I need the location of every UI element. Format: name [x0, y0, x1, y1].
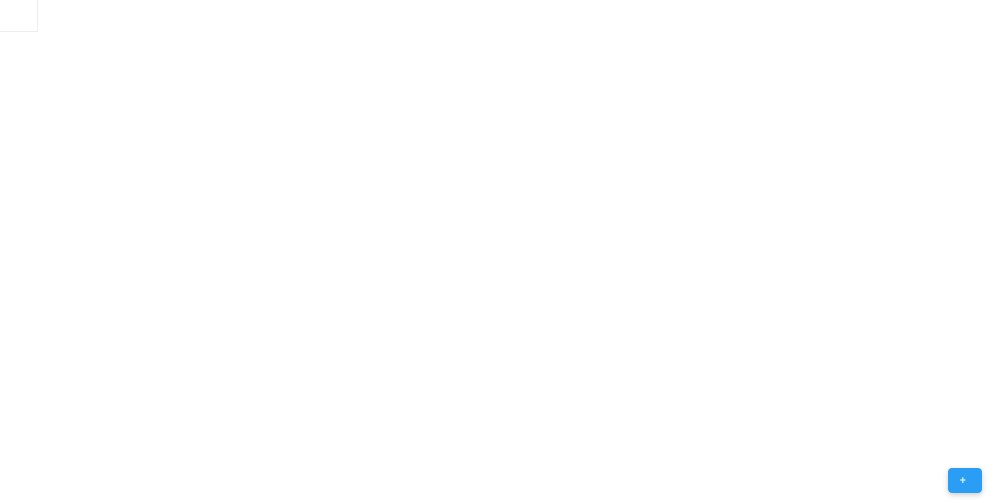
add-task-button[interactable]: + [948, 468, 982, 493]
calendar-header [0, 0, 1000, 32]
week-number [0, 0, 38, 32]
plus-icon: + [960, 474, 966, 487]
